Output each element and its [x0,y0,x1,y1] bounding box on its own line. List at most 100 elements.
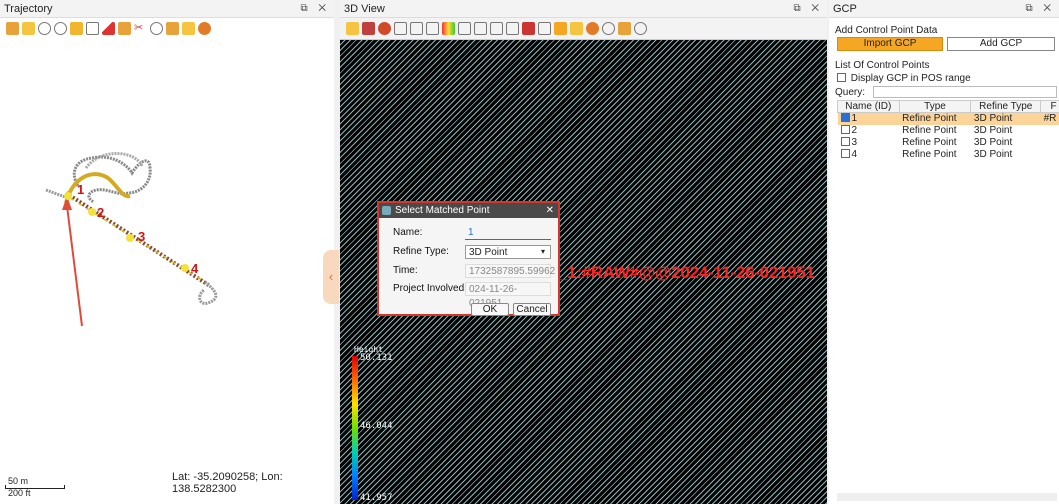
trajectory-title: Trajectory [4,3,53,15]
export-icon[interactable] [166,21,179,35]
marker-icon[interactable] [522,22,535,35]
col-name[interactable]: Name (ID) [837,100,900,113]
list-section-heading: List Of Control Points [835,60,930,71]
query-input[interactable] [873,86,1057,98]
chevron-down-icon[interactable]: ▾ [541,247,545,256]
crop-icon[interactable] [86,21,99,35]
home-view-icon[interactable] [346,22,359,35]
col-extra[interactable]: F [1040,100,1059,113]
grid-icon[interactable] [410,22,423,35]
view3d-titlebar: 3D View ⧉ ✕ [340,0,827,18]
layers-icon[interactable] [6,21,19,35]
settings-icon[interactable] [602,22,615,35]
table-row[interactable]: 3 Refine Point 3D Point [838,137,1059,149]
chart-icon[interactable] [362,22,375,35]
select-arrow-icon[interactable] [22,21,35,35]
row-refine: 3D Point [973,137,1013,148]
gcp-label-3: 3 [138,229,145,244]
scale-bar: 50 m 200 ft [5,476,75,498]
row-checkbox[interactable] [840,113,850,123]
gcp-label-4: 4 [191,261,199,276]
row-id: 2 [851,125,858,136]
row-refine: 3D Point [973,125,1013,136]
time-value: 1732587895.59962 [465,264,555,278]
row-extra [1041,125,1059,137]
height-mid: 46.044 [360,421,393,431]
col-refine-type[interactable]: Refine Type [970,100,1042,113]
checkbox-icon[interactable] [837,73,846,82]
export-dropdown-icon[interactable] [618,22,631,35]
panel-controls[interactable]: ⧉ ✕ [793,0,823,18]
point-size-icon[interactable] [394,22,407,35]
lasso-icon[interactable] [38,21,51,35]
camera-icon[interactable] [570,22,583,35]
profile-icon[interactable] [474,22,487,35]
pen-icon[interactable] [102,21,115,35]
rotate-icon[interactable] [54,21,67,35]
trajectory-panel: Trajectory ⧉ ✕ ✂ 1 2 3 4 50 m 200 ft Lat… [0,0,334,504]
red-arrow-icon [66,205,83,327]
row-id: 3 [851,137,858,148]
gcp-marker-2[interactable] [88,208,96,216]
table-row[interactable]: 2 Refine Point 3D Point [838,125,1059,137]
add-gcp-button[interactable]: Add GCP [947,37,1055,51]
select-matched-point-dialog: Select Matched Point ✕ Name: 1 Refine Ty… [377,201,560,316]
gcp-label-1: 1 [77,182,84,197]
row-type: Refine Point [902,125,957,136]
table-row[interactable]: 4 Refine Point 3D Point [838,149,1059,161]
scale-feet: 200 ft [8,488,31,498]
curve-icon[interactable] [506,22,519,35]
gcp-marker-1[interactable] [64,192,72,200]
image-icon[interactable] [182,21,195,35]
project-label: Project Involved: [393,283,467,294]
height-color-ramp [352,356,358,500]
row-extra: #R [1040,112,1059,125]
color-mode-icon[interactable] [378,22,391,35]
trajectory-map[interactable]: 1 2 3 4 [0,38,334,478]
row-extra [1041,149,1059,161]
scissors-icon[interactable]: ✂ [134,22,147,35]
rect-select-icon[interactable] [70,21,83,35]
import-gcp-button[interactable]: Import GCP [837,37,943,51]
brush-icon[interactable] [538,22,551,35]
gcp-panel: GCP ⧉ ✕ Add Control Point Data Import GC… [829,0,1059,504]
row-checkbox[interactable] [840,149,850,158]
display-gcp-checkbox[interactable]: Display GCP in POS range [837,73,971,84]
table-row[interactable]: 1 Refine Point 3D Point #R [837,112,1059,125]
panel-controls[interactable]: ⧉ ✕ [300,0,330,18]
close-icon[interactable]: ✕ [546,203,554,218]
cancel-button[interactable]: Cancel [513,303,551,316]
crosshair-icon[interactable] [634,22,647,35]
section-icon[interactable] [490,22,503,35]
ok-button[interactable]: OK [471,303,509,316]
gcp-table: Name (ID) Type Refine Type F 1 Refine Po… [837,100,1059,161]
clock-icon[interactable] [150,21,163,35]
height-min: 41.957 [360,493,393,503]
panel-controls[interactable]: ⧉ ✕ [1025,0,1055,18]
palette-icon[interactable] [442,22,455,35]
display-gcp-label: Display GCP in POS range [850,73,971,84]
measure-icon[interactable] [458,22,471,35]
row-checkbox[interactable] [840,125,850,134]
row-id-cell: 2 [838,125,900,137]
gcp-title: GCP [833,3,857,15]
gcp-marker-4[interactable] [181,264,189,272]
row-checkbox[interactable] [840,137,850,146]
collapse-panel-button[interactable]: ‹ [323,250,339,304]
view3d-title: 3D View [344,3,385,15]
row-id-cell: 4 [838,149,900,161]
query-label: Query: [835,87,866,98]
eye-dropdown-icon[interactable] [198,21,211,35]
horizontal-scrollbar[interactable] [837,493,1057,501]
gcp-table-header: Name (ID) Type Refine Type F [837,100,1059,113]
trajectory-titlebar: Trajectory ⧉ ✕ [0,0,334,18]
row-id: 4 [851,149,858,160]
filter-icon[interactable] [426,22,439,35]
name-input[interactable]: 1 [465,226,551,240]
refine-type-select[interactable]: 3D Point [465,245,551,259]
gcp-marker-3[interactable] [126,234,134,242]
pick-point-icon[interactable] [554,22,567,35]
eye-dropdown-icon[interactable] [586,22,599,35]
ruler-icon[interactable] [118,21,131,35]
col-type[interactable]: Type [898,100,972,113]
